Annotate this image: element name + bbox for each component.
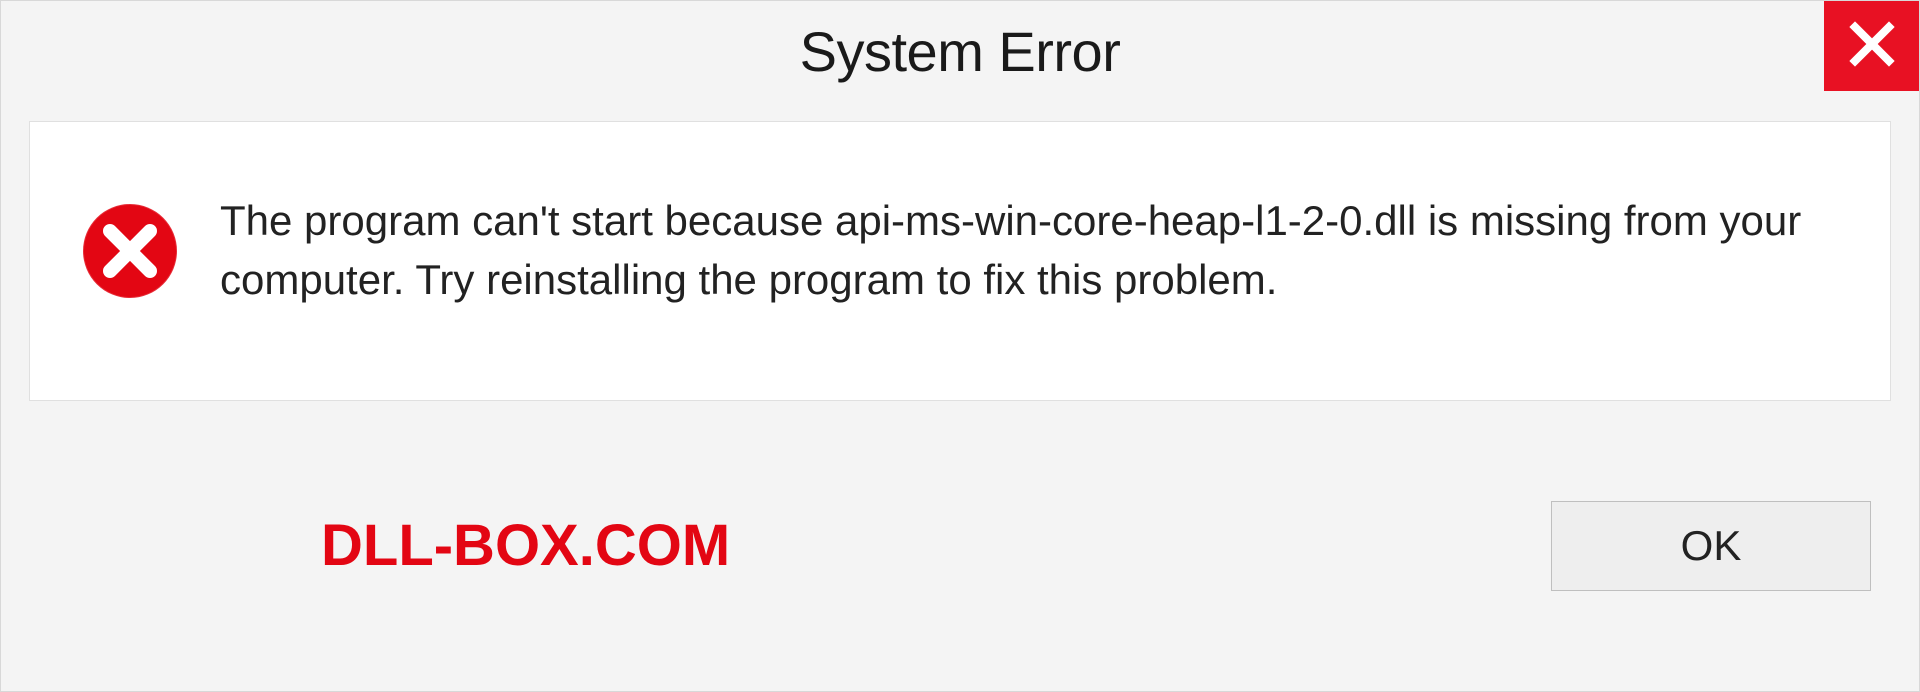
close-icon: [1849, 21, 1895, 72]
error-message: The program can't start because api-ms-w…: [220, 192, 1840, 310]
error-dialog: System Error The program can't start bec…: [0, 0, 1920, 692]
ok-button[interactable]: OK: [1551, 501, 1871, 591]
close-button[interactable]: [1824, 1, 1919, 91]
dialog-footer: DLL-BOX.COM OK: [1, 401, 1919, 691]
titlebar: System Error: [1, 1, 1919, 101]
dialog-title: System Error: [800, 19, 1121, 84]
content-area: The program can't start because api-ms-w…: [29, 121, 1891, 401]
error-icon: [80, 201, 180, 301]
watermark-text: DLL-BOX.COM: [321, 512, 730, 579]
